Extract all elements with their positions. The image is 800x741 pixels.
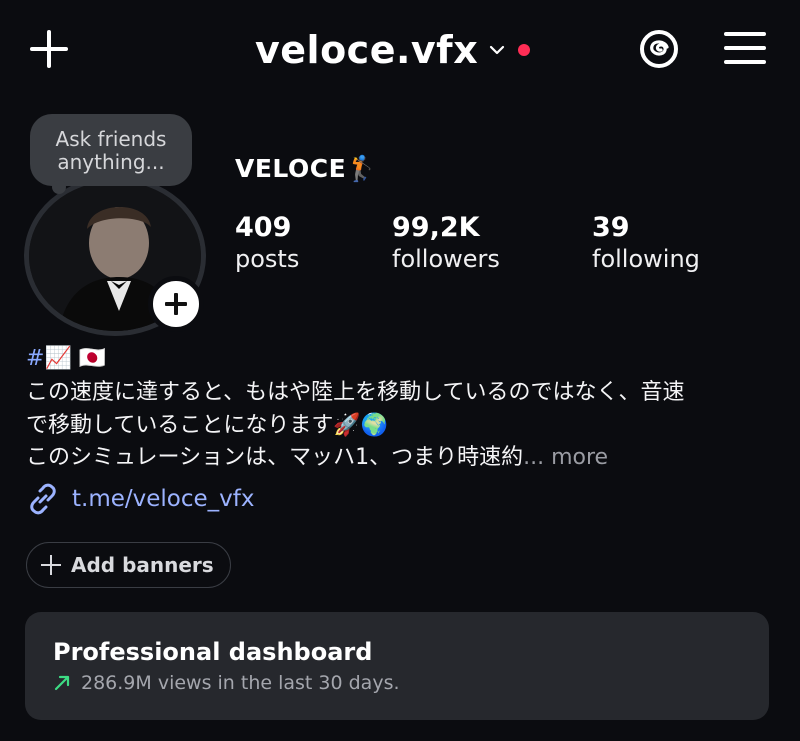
bio-line-3: で移動していることになります🚀🌍	[26, 413, 389, 438]
stat-following[interactable]: 39 following	[592, 212, 700, 273]
threads-icon[interactable]	[636, 26, 682, 72]
professional-dashboard-card[interactable]: Professional dashboard 286.9M views in t…	[25, 612, 769, 720]
display-name: VELOCE🏌️	[235, 154, 378, 183]
notification-dot	[518, 44, 531, 56]
bio-text: このシミュレーションは、マッハ1、つまり時速約	[26, 445, 524, 470]
bio-line-1: #📈 🇯🇵	[26, 342, 786, 375]
menu-line	[724, 60, 766, 64]
bio-more-link[interactable]: more	[551, 445, 608, 470]
plus-icon	[41, 555, 61, 575]
trend-up-icon	[54, 675, 70, 691]
bio-ellipsis: ...	[523, 445, 545, 470]
stat-label: followers	[392, 245, 500, 273]
bio-line-4: このシミュレーションは、マッハ1、つまり時速約... more	[26, 441, 786, 474]
dashboard-views: 286.9M views in the last 30 days.	[81, 672, 400, 694]
dashboard-subtitle: 286.9M views in the last 30 days.	[53, 672, 400, 694]
dashboard-title: Professional dashboard	[53, 638, 373, 666]
link-icon	[30, 483, 56, 515]
create-post-button[interactable]	[28, 28, 70, 70]
menu-button[interactable]	[724, 30, 766, 66]
bio-line-2: この速度に達すると、もはや陸上を移動しているのではなく、音速	[26, 380, 685, 405]
link-text[interactable]: t.me/veloce_vfx	[72, 486, 254, 512]
note-text: Ask friends anything...	[55, 127, 167, 174]
add-banners-label: Add banners	[71, 553, 214, 577]
stat-value: 409	[235, 212, 292, 243]
menu-line	[724, 46, 766, 50]
stat-label: following	[592, 245, 700, 273]
stat-posts[interactable]: 409 posts	[235, 212, 299, 273]
add-banners-button[interactable]: Add banners	[26, 542, 231, 588]
stat-label: posts	[235, 245, 300, 273]
stat-followers[interactable]: 99,2K followers	[392, 212, 500, 273]
stat-value: 99,2K	[392, 212, 480, 243]
chevron-down-icon	[490, 45, 505, 55]
note-bubble[interactable]: Ask friends anything...	[30, 114, 192, 194]
stat-value: 39	[592, 212, 630, 243]
bio-emoji: 📈 🇯🇵	[44, 346, 107, 371]
menu-line	[724, 32, 766, 36]
profile-link[interactable]: t.me/veloce_vfx	[26, 482, 254, 516]
hashtag[interactable]: #	[26, 346, 44, 371]
add-story-button[interactable]	[148, 276, 204, 332]
account-switcher[interactable]: veloce.vfx	[255, 24, 531, 76]
username: veloce.vfx	[255, 28, 479, 72]
